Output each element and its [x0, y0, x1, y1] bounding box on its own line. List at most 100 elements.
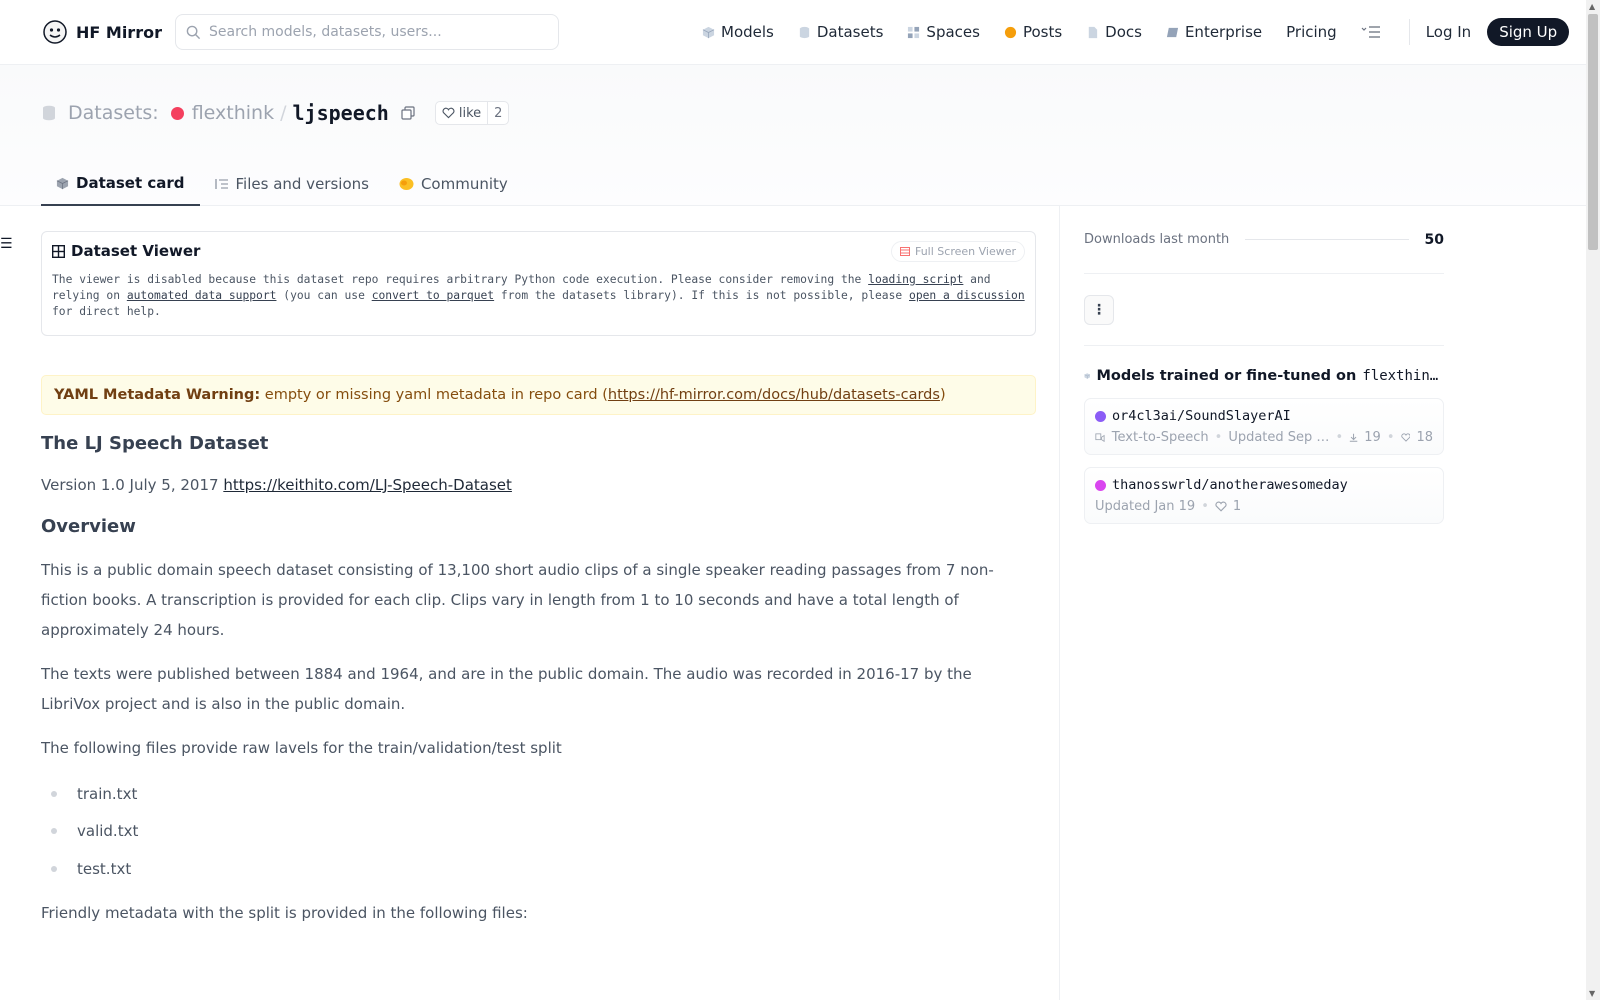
viewer-disabled-message: The viewer is disabled because this data… — [52, 272, 1025, 320]
files-icon — [214, 179, 228, 189]
top-navigation-bar: HF Mirror Models Datasets Spaces Posts D… — [0, 0, 1586, 65]
right-sidebar: Downloads last month 50 ⋮ Models trained… — [1084, 206, 1444, 524]
cube-icon — [56, 177, 69, 189]
nav-models[interactable]: Models — [702, 23, 774, 41]
scroll-up-arrow-icon[interactable]: ▲ — [1589, 2, 1595, 11]
scroll-down-arrow-icon[interactable]: ▼ — [1589, 989, 1595, 998]
model-card-meta: Updated Jan 19 • 1 — [1095, 499, 1433, 514]
tab-files-and-versions[interactable]: Files and versions — [200, 162, 384, 206]
tab-dataset-card[interactable]: Dataset card — [41, 162, 200, 206]
nav-divider — [1408, 19, 1410, 45]
model-updated: Updated Jan 19 — [1095, 499, 1196, 514]
full-screen-viewer-button[interactable]: Full Screen Viewer — [890, 241, 1025, 262]
more-actions-button[interactable]: ⋮ — [1084, 294, 1114, 325]
repo-header: Datasets: flexthink / ljspeech like 2 Da… — [0, 65, 1586, 206]
database-icon — [43, 105, 55, 121]
models-title-text: Models trained or fine-tuned on — [1096, 368, 1357, 384]
repo-org-link[interactable]: flexthink — [192, 102, 274, 124]
dataset-viewer-title: Dataset Viewer — [71, 242, 201, 260]
nav-enterprise[interactable]: Enterprise — [1166, 23, 1262, 41]
overview-paragraph-1: This is a public domain speech dataset c… — [41, 561, 994, 639]
nav-pricing[interactable]: Pricing — [1286, 23, 1337, 41]
dataset-card-content: Dataset Viewer Full Screen Viewer The vi… — [41, 206, 1036, 1000]
sidebar-toggle-icon[interactable]: ☰ — [0, 236, 13, 252]
list-item: valid.txt — [41, 813, 1036, 851]
viewer-msg-part: for direct help. — [52, 305, 161, 318]
model-name[interactable]: thanosswrld/anotherawesomeday — [1112, 477, 1348, 493]
yaml-metadata-warning: YAML Metadata Warning: empty or missing … — [41, 375, 1036, 415]
login-link[interactable]: Log In — [1426, 23, 1472, 41]
nav-spaces[interactable]: Spaces — [907, 23, 980, 41]
nav-posts[interactable]: Posts — [1004, 23, 1062, 41]
copy-icon[interactable] — [401, 106, 415, 120]
model-likes: 18 — [1416, 430, 1433, 445]
search-box[interactable] — [175, 14, 559, 50]
chat-bubble-icon — [1004, 26, 1017, 38]
model-downloads: 19 — [1364, 430, 1381, 445]
version-line: Version 1.0 July 5, 2017 https://keithit… — [41, 470, 1001, 500]
nav-docs[interactable]: Docs — [1086, 23, 1142, 41]
model-card[interactable]: thanosswrld/anotherawesomeday Updated Ja… — [1084, 467, 1444, 524]
tab-community[interactable]: Community — [384, 162, 523, 206]
like-count[interactable]: 2 — [488, 106, 508, 121]
actions-row: ⋮ — [1084, 274, 1444, 346]
meta-separator: • — [1214, 430, 1223, 445]
brand-logo-link[interactable]: HF Mirror — [42, 19, 162, 45]
scrollbar-thumb[interactable] — [1588, 14, 1598, 250]
community-icon — [399, 178, 414, 190]
downloads-label: Downloads last month — [1084, 232, 1230, 247]
like-toggle[interactable]: like — [436, 102, 489, 124]
signup-button[interactable]: Sign Up — [1487, 18, 1570, 46]
model-updated: Updated Sep 30, 2023 — [1228, 430, 1329, 445]
login-label: Log In — [1425, 23, 1472, 41]
page-scrollbar[interactable]: ▲ ▼ — [1586, 0, 1600, 1000]
ljspeech-homepage-link[interactable]: https://keithito.com/LJ-Speech-Dataset — [223, 476, 512, 494]
tab-files-label: Files and versions — [235, 175, 369, 193]
viewer-msg-part: from the datasets library). If this is n… — [494, 289, 910, 302]
org-avatar — [170, 106, 184, 120]
automated-data-support-link[interactable]: automated data support — [127, 289, 277, 302]
downloads-stat: Downloads last month 50 — [1084, 206, 1444, 274]
repo-tabs: Dataset card Files and versions Communit… — [41, 162, 523, 206]
nav-spaces-label: Spaces — [926, 23, 980, 41]
nav-pricing-label: Pricing — [1286, 23, 1337, 41]
nav-docs-label: Docs — [1105, 23, 1142, 41]
model-card-name-row: or4cl3ai/SoundSlayerAI — [1095, 408, 1433, 424]
database-icon — [799, 26, 810, 38]
open-discussion-link[interactable]: open a discussion — [909, 289, 1025, 302]
nav-datasets[interactable]: Datasets — [798, 23, 884, 41]
downloads-sparkline — [1245, 239, 1409, 240]
heart-icon — [1215, 501, 1227, 512]
search-input[interactable] — [209, 24, 539, 40]
convert-to-parquet-link[interactable]: convert to parquet — [372, 289, 494, 302]
yaml-warning-text: empty or missing yaml metadata in repo c… — [260, 387, 608, 403]
model-likes: 1 — [1232, 499, 1242, 514]
viewer-msg-part: (you can use — [276, 289, 372, 302]
repo-type-label[interactable]: Datasets: — [68, 102, 159, 124]
overview-paragraph-4: Friendly metadata with the split is prov… — [41, 903, 528, 922]
grid-icon — [908, 26, 920, 38]
model-name[interactable]: or4cl3ai/SoundSlayerAI — [1112, 408, 1291, 424]
more-menu-button[interactable] — [1361, 25, 1381, 39]
document-icon — [1088, 26, 1098, 38]
version-text: Version 1.0 July 5, 2017 — [41, 476, 224, 494]
list-item: train.txt — [41, 775, 1036, 813]
model-card[interactable]: or4cl3ai/SoundSlayerAI Text-to-Speech • … — [1084, 398, 1444, 455]
readme-heading-title: The LJ Speech Dataset — [41, 433, 269, 454]
repo-name-link[interactable]: ljspeech — [293, 101, 389, 125]
hf-logo-icon — [43, 20, 67, 44]
download-icon — [1349, 433, 1358, 442]
dataset-viewer-panel: Dataset Viewer Full Screen Viewer The vi… — [41, 231, 1036, 336]
like-button[interactable]: like 2 — [434, 101, 510, 125]
datasets-cards-docs-link[interactable]: https://hf-mirror.com/docs/hub/datasets-… — [608, 387, 940, 403]
meta-separator: • — [1335, 430, 1344, 445]
menu-list-icon — [1361, 26, 1380, 38]
overview-paragraph-3: The following files provide raw lavels f… — [41, 739, 562, 757]
yaml-warning-close-paren: ) — [939, 387, 946, 403]
model-avatar — [1095, 410, 1106, 422]
nav-datasets-label: Datasets — [816, 23, 884, 41]
yaml-warning-title: YAML Metadata Warning: — [54, 387, 261, 403]
readme-prose: The LJ Speech Dataset Version 1.0 July 5… — [41, 433, 1036, 928]
loading-script-link[interactable]: loading script — [868, 273, 963, 286]
path-separator: / — [280, 102, 287, 124]
